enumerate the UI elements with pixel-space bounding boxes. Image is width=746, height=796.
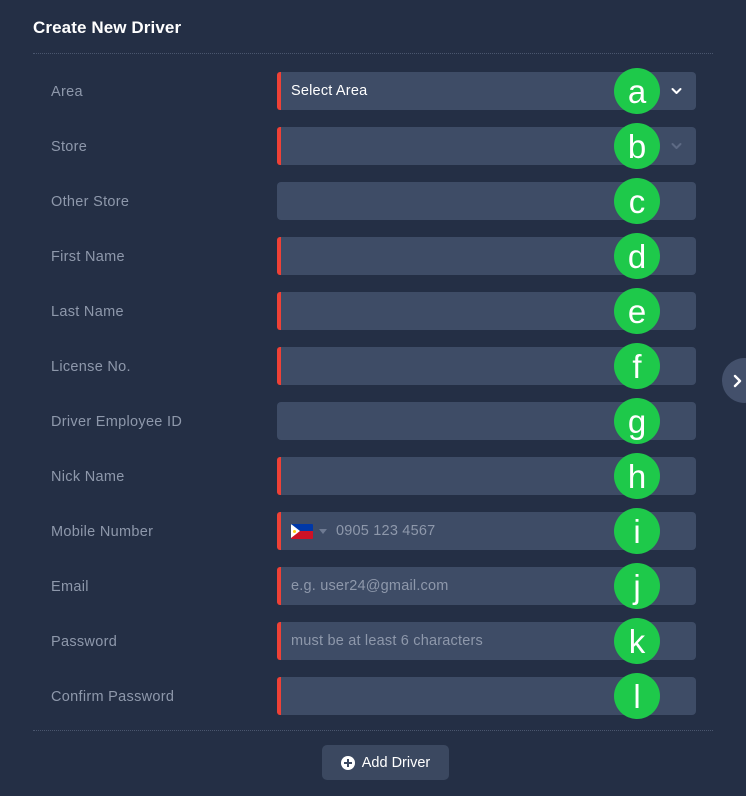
field-wrapper — [277, 402, 696, 440]
field-label: Confirm Password — [51, 689, 175, 705]
form-row: Driver Employee ID — [0, 402, 746, 457]
form-row: Password must be at least 6 characters — [0, 622, 746, 677]
required-indicator — [277, 72, 281, 110]
field-wrapper — [277, 292, 696, 330]
required-indicator — [277, 622, 281, 660]
input-confirm-password[interactable] — [277, 677, 696, 715]
field-placeholder: 0905 123 4567 — [336, 523, 436, 539]
select-area[interactable]: Select Area — [277, 72, 696, 110]
field-label: Last Name — [51, 304, 124, 320]
field-label: Other Store — [51, 194, 130, 210]
field-wrapper — [277, 347, 696, 385]
field-label: Nick Name — [51, 469, 125, 485]
field-wrapper — [277, 182, 696, 220]
field-wrapper — [277, 237, 696, 275]
form-row: Confirm Password — [0, 677, 746, 732]
field-label: Store — [51, 139, 88, 155]
field-label: Driver Employee ID — [51, 414, 183, 430]
field-label: Mobile Number — [51, 524, 154, 540]
field-placeholder: must be at least 6 characters — [291, 633, 483, 649]
field-wrapper: Select Area — [277, 72, 696, 110]
required-indicator — [277, 457, 281, 495]
input-email[interactable]: e.g. user24@gmail.com — [277, 567, 696, 605]
chevron-down-icon[interactable] — [670, 85, 683, 98]
required-indicator — [277, 567, 281, 605]
driver-form: Area Select Area Store Other Store First Nam… — [0, 72, 746, 732]
input-first-name[interactable] — [277, 237, 696, 275]
form-row: Last Name — [0, 292, 746, 347]
page-title: Create New Driver — [33, 18, 182, 37]
chevron-down-icon[interactable] — [670, 140, 683, 153]
input-nick-name[interactable] — [277, 457, 696, 495]
form-row: Nick Name — [0, 457, 746, 512]
input-mobile-number[interactable]: 0905 123 4567 — [277, 512, 696, 550]
chevron-right-icon — [733, 374, 741, 387]
form-row: Store — [0, 127, 746, 182]
field-wrapper — [277, 677, 696, 715]
required-indicator — [277, 677, 281, 715]
required-indicator — [277, 292, 281, 330]
field-wrapper — [277, 127, 696, 165]
required-indicator — [277, 127, 281, 165]
required-indicator — [277, 237, 281, 275]
philippines-flag-icon — [291, 523, 313, 539]
field-placeholder: e.g. user24@gmail.com — [291, 578, 449, 594]
field-label: First Name — [51, 249, 125, 265]
plus-circle-icon — [340, 755, 355, 770]
input-last-name[interactable] — [277, 292, 696, 330]
input-other-store[interactable] — [277, 182, 696, 220]
create-driver-page: Create New Driver Area Select Area Store Ot… — [0, 0, 746, 796]
field-value: Select Area — [291, 83, 368, 99]
field-label: Area — [51, 84, 83, 100]
form-row: Other Store — [0, 182, 746, 237]
country-caret-icon[interactable] — [319, 528, 327, 534]
field-wrapper — [277, 457, 696, 495]
form-row: First Name — [0, 237, 746, 292]
field-label: Password — [51, 634, 118, 650]
field-wrapper: 0905 123 4567 — [277, 512, 696, 550]
field-wrapper: must be at least 6 characters — [277, 622, 696, 660]
required-indicator — [277, 512, 281, 550]
footer-divider — [33, 730, 713, 731]
field-label: Email — [51, 579, 89, 595]
form-row: Area Select Area — [0, 72, 746, 127]
add-driver-label: Add Driver — [361, 754, 431, 771]
input-license-no[interactable] — [277, 347, 696, 385]
input-driver-employee-id[interactable] — [277, 402, 696, 440]
form-row: Mobile Number 0905 123 4567 — [0, 512, 746, 567]
field-wrapper: e.g. user24@gmail.com — [277, 567, 696, 605]
input-password[interactable]: must be at least 6 characters — [277, 622, 696, 660]
add-driver-button[interactable]: Add Driver — [322, 745, 449, 780]
field-label: License No. — [51, 359, 131, 375]
form-row: Email e.g. user24@gmail.com — [0, 567, 746, 622]
header-divider — [33, 53, 713, 54]
select-store[interactable] — [277, 127, 696, 165]
form-row: License No. — [0, 347, 746, 402]
required-indicator — [277, 347, 281, 385]
